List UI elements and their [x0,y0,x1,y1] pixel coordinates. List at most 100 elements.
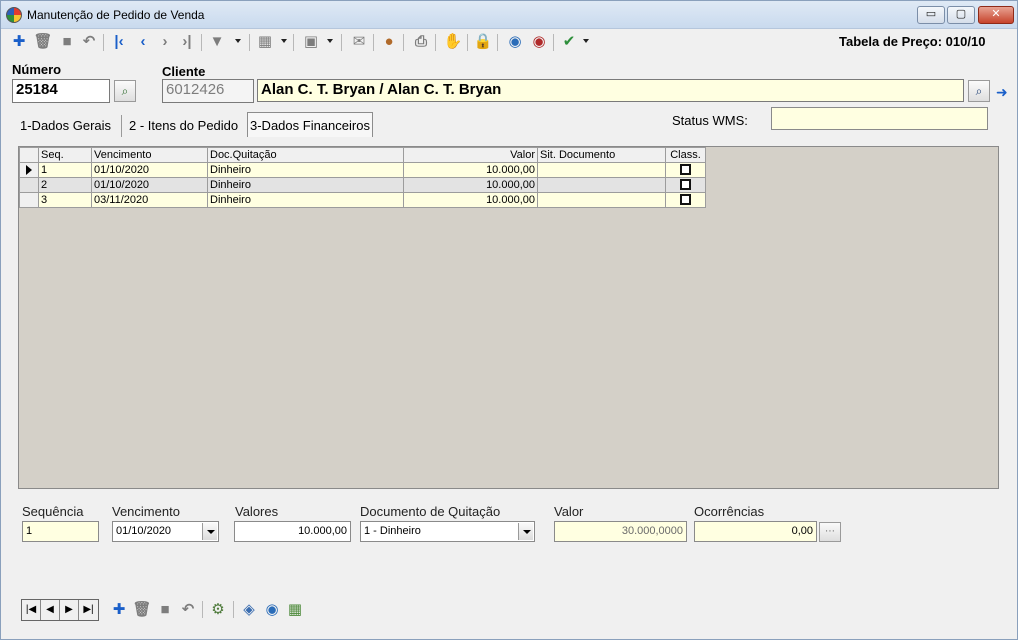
current-row-pointer-icon [19,162,39,178]
cell-sit[interactable] [537,162,666,178]
cell-valor[interactable]: 10.000,00 [403,177,538,193]
nav-first-icon[interactable]: |◀ [22,600,41,620]
report-icon[interactable]: ▣ [301,32,321,52]
close-button[interactable]: ✕ [978,6,1014,24]
cell-valor[interactable]: 10.000,00 [403,192,538,208]
column-header-valor[interactable]: Valor [403,147,538,163]
financial-table: Seq. Vencimento Doc.Quitação Valor Sit. … [19,147,706,208]
cell-doc[interactable]: Dinheiro [207,162,404,178]
database-icon[interactable]: ◉ [505,32,525,52]
calculator-icon[interactable]: ▦ [255,32,275,52]
chevron-down-icon[interactable] [518,523,533,540]
tab-dados-gerais[interactable]: 1-Dados Gerais [18,115,113,137]
chevron-down-icon[interactable] [202,523,217,540]
table-row[interactable]: 2 01/10/2020 Dinheiro 10.000,00 [19,177,706,193]
delete-icon[interactable]: 🗑 [33,32,53,52]
search-client-icon[interactable]: ⌕ [968,80,990,102]
app-logo-icon [6,7,22,23]
vencimento-date-picker[interactable]: 01/10/2020 [112,521,219,542]
database-icon[interactable]: ◉ [262,600,282,620]
column-header-sit-documento[interactable]: Sit. Documento [537,147,666,163]
maximize-button[interactable]: ▢ [947,6,975,24]
calculator-dropdown-caret-icon[interactable] [281,39,287,43]
column-header-class[interactable]: Class. [665,147,706,163]
class-checkbox[interactable] [680,164,691,176]
cell-vencimento[interactable]: 01/10/2020 [91,162,208,178]
nav-last-icon[interactable]: ▶| [79,600,98,620]
price-table-label: Tabela de Preço: 010/10 [839,34,986,49]
table-row[interactable]: 1 01/10/2020 Dinheiro 10.000,00 [19,162,706,178]
cell-valor[interactable]: 10.000,00 [403,162,538,178]
column-header-doc-quitacao[interactable]: Doc.Quitação [207,147,404,163]
approve-icon[interactable]: ✔ [559,32,579,52]
toolbar-divider [341,34,342,51]
cell-doc[interactable]: Dinheiro [207,192,404,208]
valor-label: Valor [554,504,584,519]
toolbar-divider [403,34,404,51]
valores-label: Valores [235,504,279,519]
grid-icon[interactable]: ▦ [285,600,305,620]
lock-icon[interactable]: 🔒 [473,32,493,52]
column-header-vencimento[interactable]: Vencimento [91,147,208,163]
table-row[interactable]: 3 03/11/2020 Dinheiro 10.000,00 [19,192,706,208]
tag-icon[interactable]: ◈ [239,600,259,620]
approve-dropdown-caret-icon[interactable] [583,39,589,43]
cell-class [665,162,706,178]
report-dropdown-caret-icon[interactable] [327,39,333,43]
toolbar-divider [553,34,554,51]
tab-itens-pedido[interactable]: 2 - Itens do Pedido [127,115,240,137]
add-icon[interactable]: ✚ [9,32,29,52]
cell-seq[interactable]: 3 [38,192,92,208]
undo-installment-icon[interactable]: ↶ [178,600,198,620]
filter-dropdown-caret-icon[interactable] [235,39,241,43]
undo-icon[interactable]: ↶ [79,32,99,52]
nav-previous-icon[interactable]: ◀ [41,600,60,620]
handshake-icon[interactable]: ✋ [443,32,463,52]
cell-sit[interactable] [537,177,666,193]
first-record-icon[interactable]: |‹ [109,32,129,52]
sequencia-field[interactable]: 1 [22,521,99,542]
ocorrencias-field[interactable]: 0,00 [694,521,817,542]
cliente-name-field[interactable]: Alan C. T. Bryan / Alan C. T. Bryan [257,79,964,102]
class-checkbox[interactable] [680,194,691,206]
search-order-icon[interactable]: ⌕ [114,80,136,102]
main-window: Manutenção de Pedido de Venda ▭ ▢ ✕ ✚ 🗑 … [0,0,1018,640]
filter-icon[interactable]: ▼ [207,32,227,52]
valor-field: 30.000,0000 [554,521,687,542]
status-wms-field[interactable] [771,107,988,130]
cell-sit[interactable] [537,192,666,208]
cell-seq[interactable]: 2 [38,177,92,193]
documento-quitacao-select[interactable]: 1 - Dinheiro [360,521,535,542]
last-record-icon[interactable]: ›| [177,32,197,52]
printer-icon[interactable]: ⎙ [411,32,431,52]
minimize-button[interactable]: ▭ [917,6,945,24]
toolbar-divider [373,34,374,51]
next-record-icon[interactable]: › [155,32,175,52]
cliente-code-field[interactable]: 6012426 [162,79,254,103]
column-header-seq[interactable]: Seq. [38,147,92,163]
tab-dados-financeiros[interactable]: 3-Dados Financeiros [247,112,373,137]
cell-vencimento[interactable]: 03/11/2020 [91,192,208,208]
save-installment-icon[interactable]: ■ [155,600,175,620]
cell-seq[interactable]: 1 [38,162,92,178]
previous-record-icon[interactable]: ‹ [133,32,153,52]
ocorrencias-ellipsis-button[interactable]: ⋯ [819,522,841,542]
class-checkbox[interactable] [680,179,691,191]
arrow-right-icon[interactable]: ➜ [996,84,1008,101]
user-icon[interactable]: ● [379,32,399,52]
record-navigator: |◀ ◀ ▶ ▶| [21,599,99,621]
valores-field[interactable]: 10.000,00 [234,521,351,542]
nav-next-icon[interactable]: ▶ [60,600,79,620]
envelope-icon[interactable]: ✉ [349,32,369,52]
save-icon[interactable]: ■ [57,32,77,52]
row-indicator-header [19,147,39,163]
settings-icon[interactable]: ⚙ [208,600,228,620]
cell-vencimento[interactable]: 01/10/2020 [91,177,208,193]
title-bar: Manutenção de Pedido de Venda ▭ ▢ ✕ [1,1,1017,29]
add-installment-icon[interactable]: ✚ [109,600,129,620]
cell-doc[interactable]: Dinheiro [207,177,404,193]
numero-field[interactable]: 25184 [12,79,110,103]
ocorrencias-label: Ocorrências [694,504,765,519]
database-remove-icon[interactable]: ◉ [529,32,549,52]
delete-installment-icon[interactable]: 🗑 [132,600,152,620]
